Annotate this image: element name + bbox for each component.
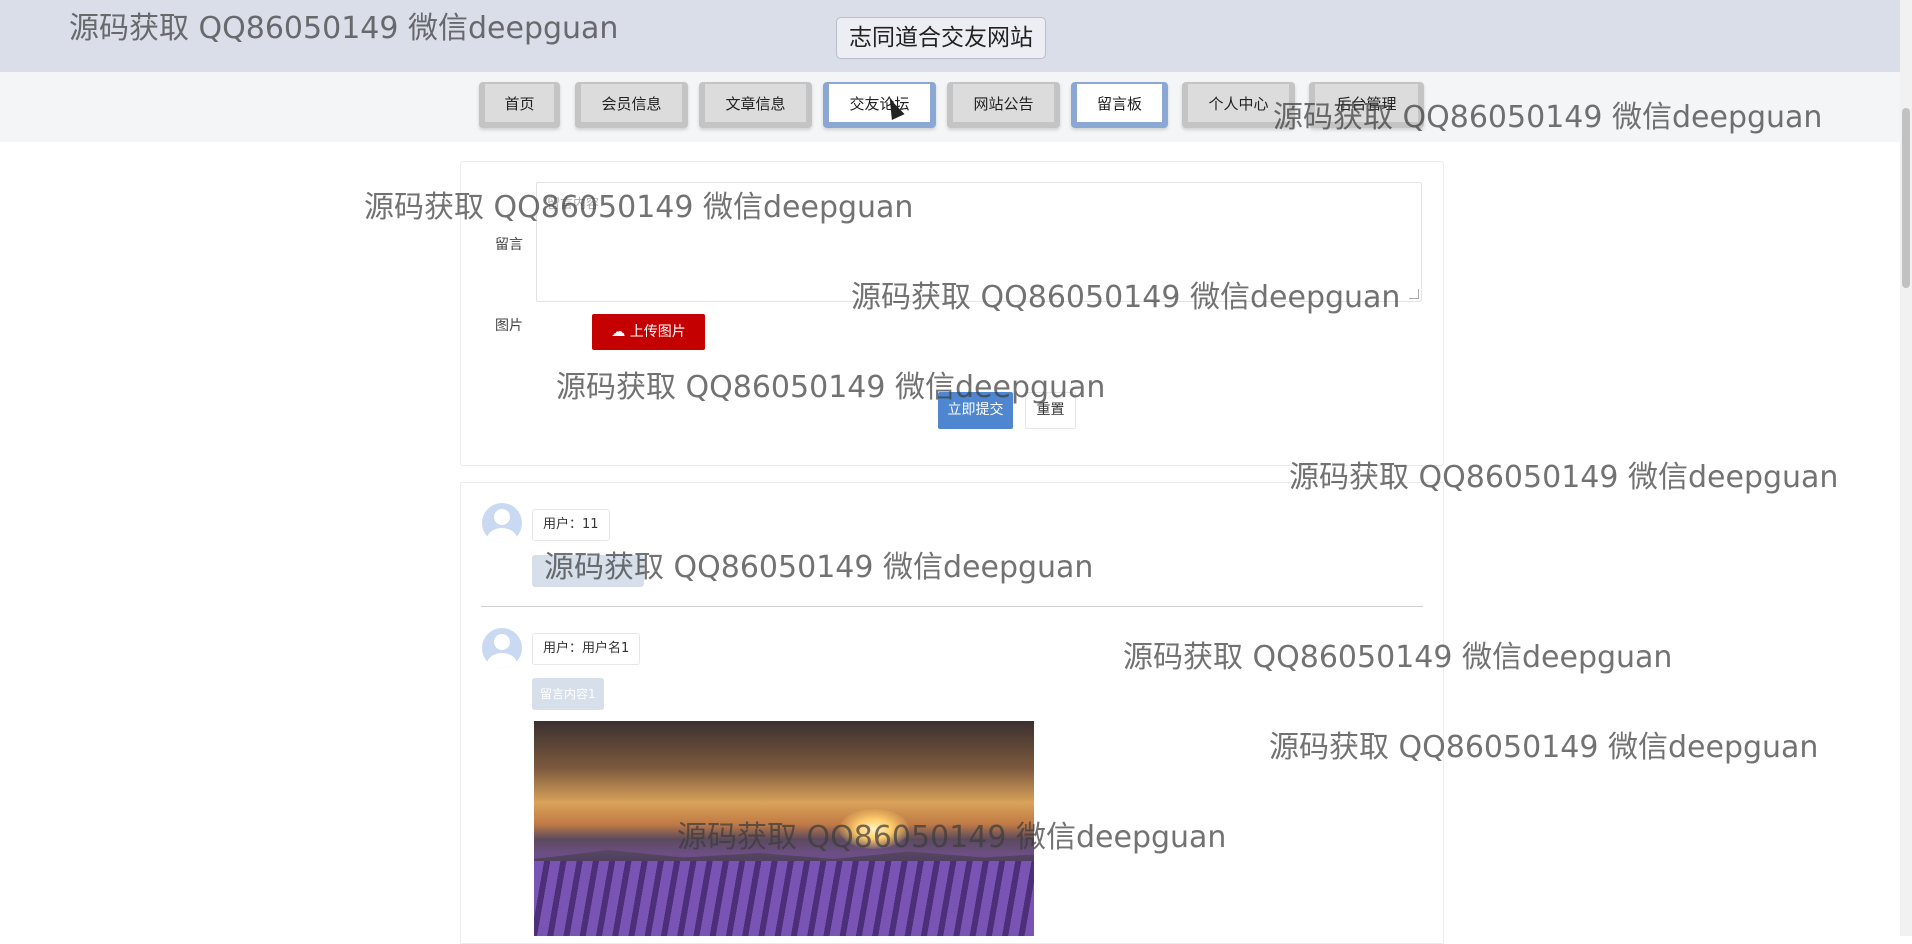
message-user-2: 用户：用户名1 <box>532 633 641 665</box>
watermark-text: 源码获取 QQ86050149 微信deepguan <box>364 190 914 225</box>
nav-notices[interactable]: 网站公告 <box>947 82 1060 128</box>
nav-guestbook[interactable]: 留言板 <box>1071 82 1168 128</box>
resize-grip-icon[interactable] <box>1409 289 1419 299</box>
message-divider <box>481 606 1423 607</box>
upload-image-button[interactable]: ☁ 上传图片 <box>592 314 705 350</box>
user-icon-head <box>494 509 510 525</box>
watermark-text: 源码获取 QQ86050149 微信deepguan <box>851 280 1401 315</box>
message-label: 留言 <box>495 237 523 253</box>
cloud-upload-icon: ☁ <box>611 324 626 340</box>
upload-button-label: 上传图片 <box>629 324 686 340</box>
watermark-text: 源码获取 QQ86050149 微信deepguan <box>1273 100 1823 135</box>
watermark-text: 源码获取 QQ86050149 微信deepguan <box>1269 730 1819 765</box>
watermark-text: 源码获取 QQ86050149 微信deepguan <box>677 820 1227 855</box>
user-icon-body <box>487 528 517 543</box>
watermark-text: 源码获取 QQ86050149 微信deepguan <box>69 11 619 46</box>
nav-home[interactable]: 首页 <box>479 82 560 128</box>
avatar <box>482 628 522 668</box>
watermark-text: 源码获取 QQ86050149 微信deepguan <box>1123 640 1673 675</box>
watermark-text: 源码获取 QQ86050149 微信deepguan <box>544 550 1094 585</box>
user-icon-head <box>494 634 510 650</box>
watermark-text: 源码获取 QQ86050149 微信deepguan <box>556 370 1106 405</box>
lavender-rows-shape <box>534 861 1034 936</box>
scrollbar-thumb[interactable] <box>1902 108 1910 288</box>
image-label: 图片 <box>495 318 523 334</box>
message-content-2: 留言内容1 <box>532 678 604 710</box>
site-title: 志同道合交友网站 <box>836 17 1046 59</box>
message-user-1: 用户：11 <box>532 509 610 541</box>
nav-members[interactable]: 会员信息 <box>575 82 688 128</box>
nav-articles[interactable]: 文章信息 <box>699 82 812 128</box>
watermark-text: 源码获取 QQ86050149 微信deepguan <box>1289 460 1839 495</box>
user-icon-body <box>487 653 517 668</box>
nav-forum[interactable]: 交友论坛 <box>823 82 936 128</box>
page-scrollbar[interactable] <box>1900 0 1912 936</box>
avatar <box>482 503 522 543</box>
